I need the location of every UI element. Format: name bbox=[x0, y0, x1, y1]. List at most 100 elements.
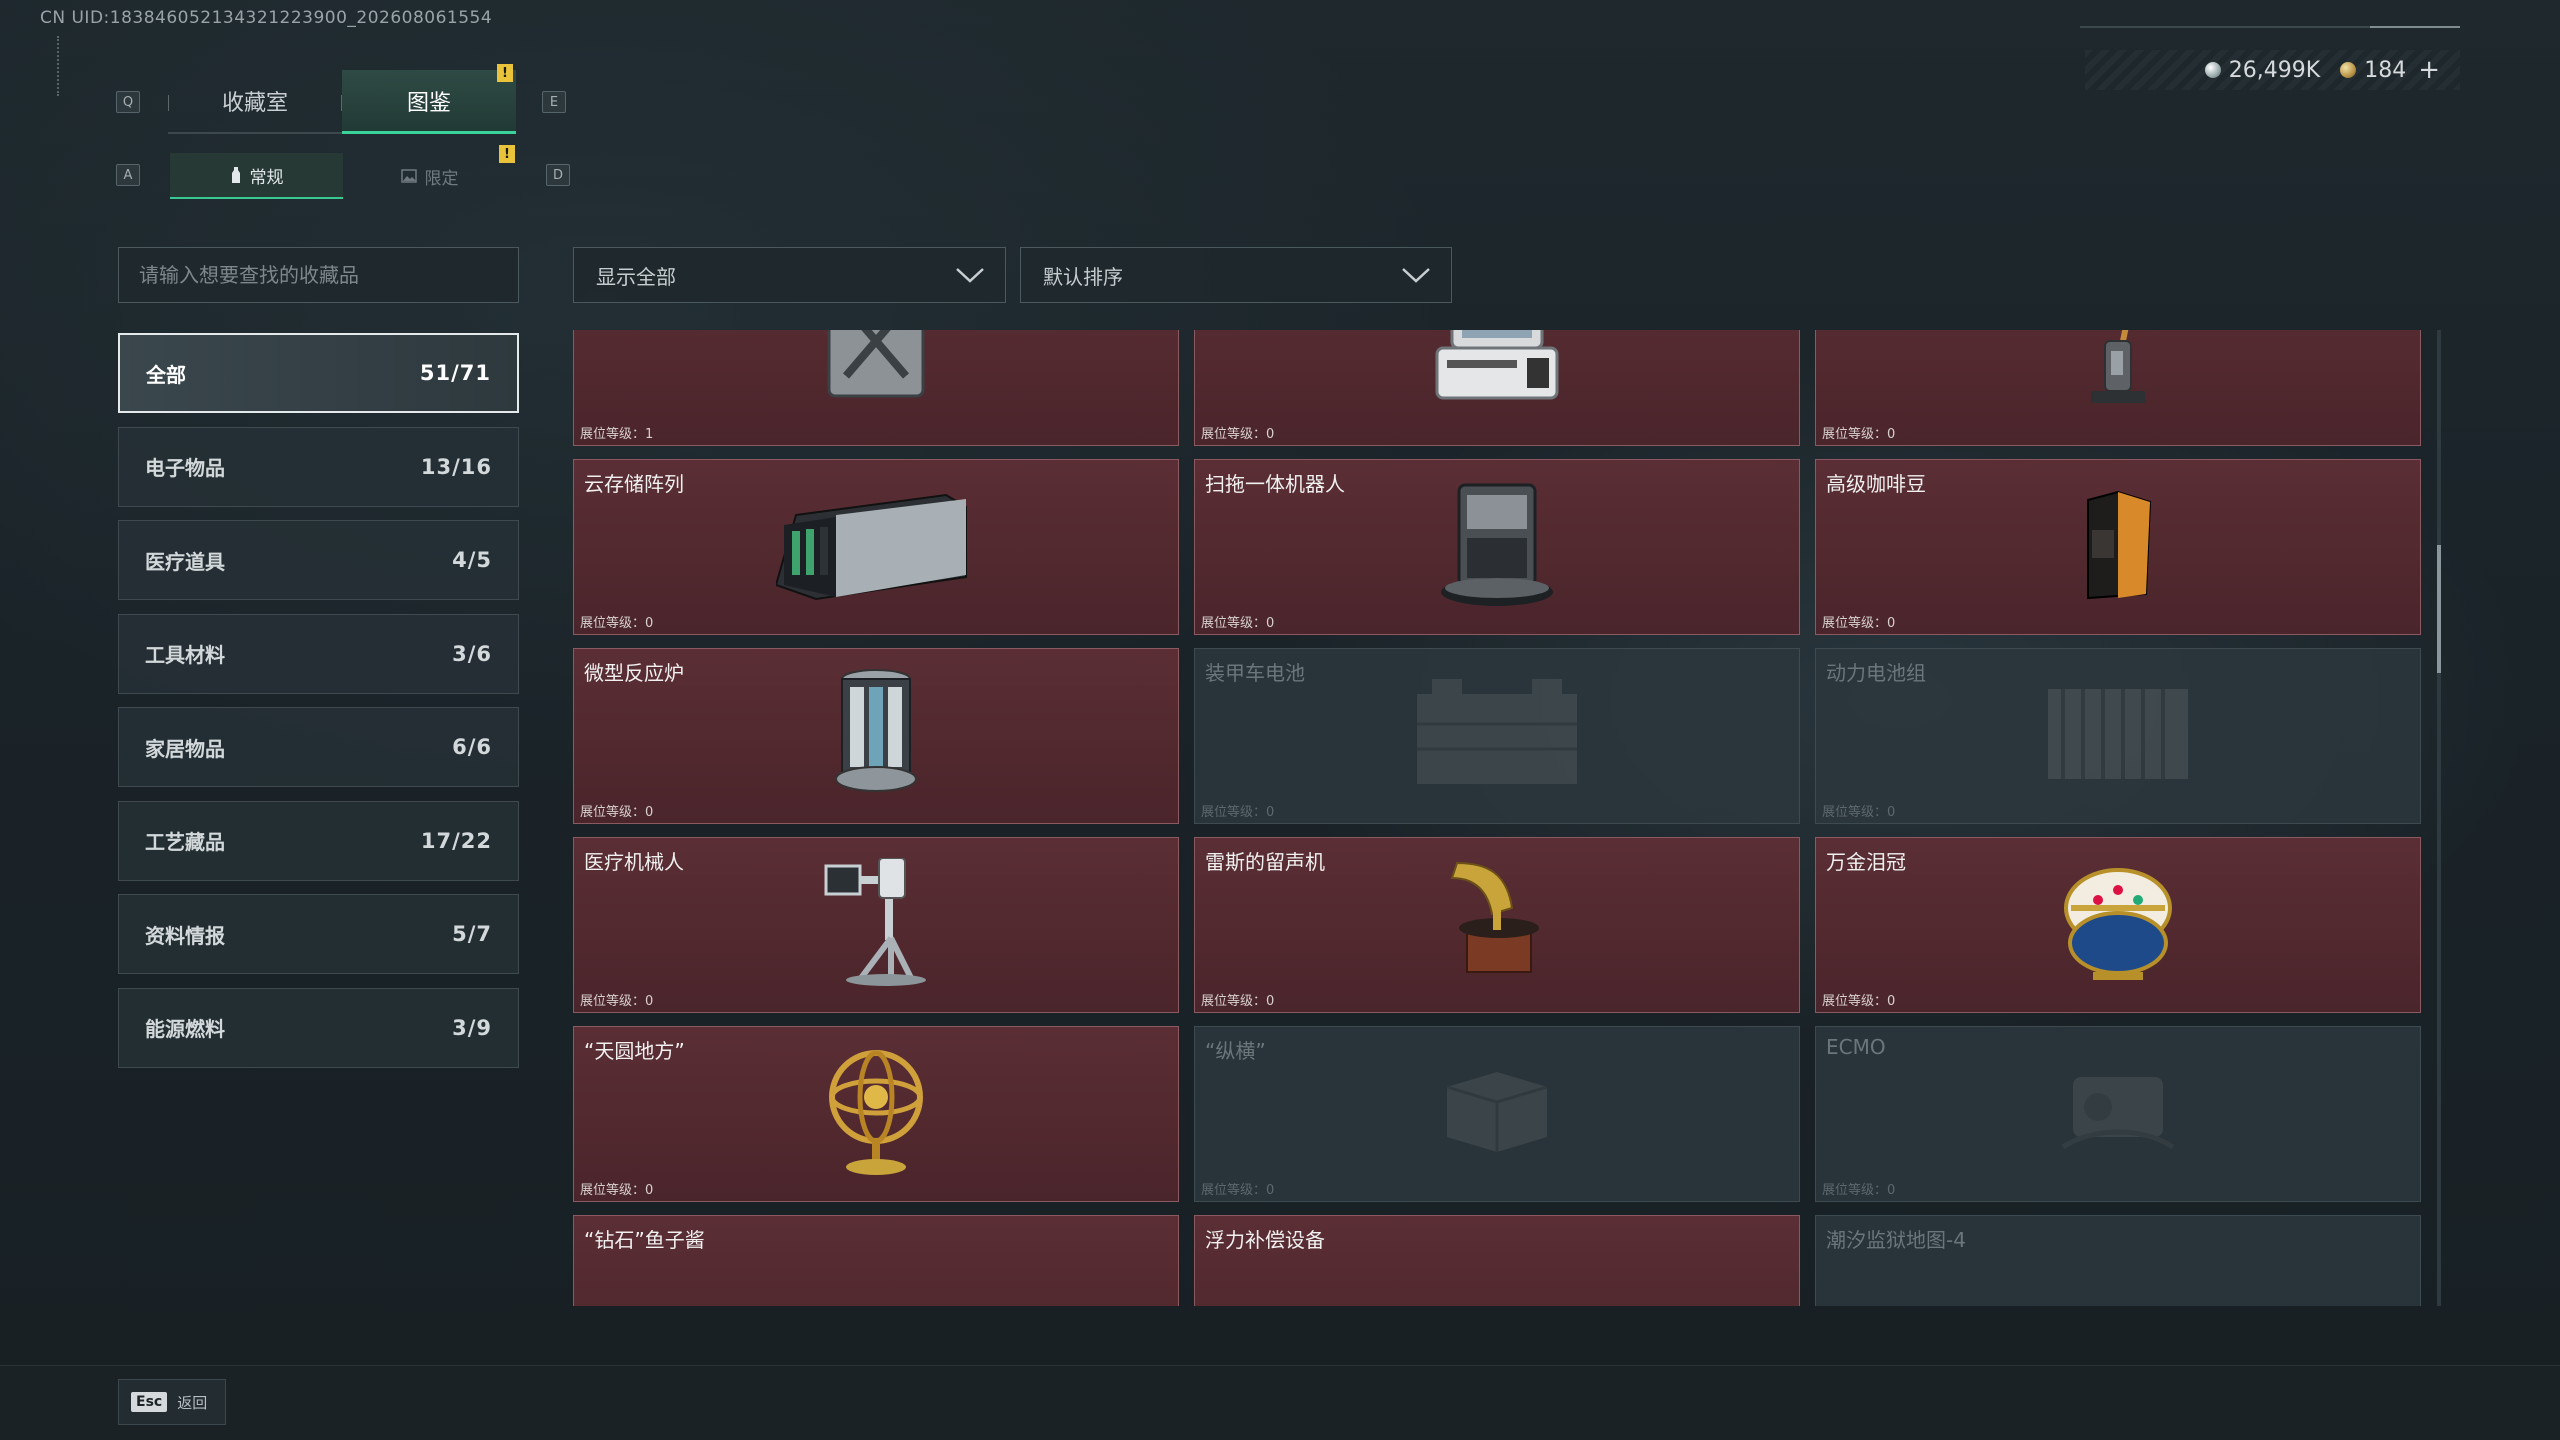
category-label: 家居物品 bbox=[145, 736, 225, 761]
side-rail-decoration bbox=[57, 36, 60, 96]
chevron-down-icon bbox=[1402, 268, 1430, 283]
category-electronics[interactable]: 电子物品 13/16 bbox=[118, 426, 519, 507]
subtab-regular[interactable]: 常规 bbox=[170, 153, 343, 199]
item-level: 展位等级：0 bbox=[580, 994, 654, 1009]
display-filter-dropdown[interactable]: 显示全部 bbox=[573, 247, 1006, 303]
medical-robot-icon bbox=[821, 857, 931, 992]
item-name: “天圆地方” bbox=[584, 1039, 685, 1063]
collection-card[interactable]: 万金泪冠 展位等级：0 bbox=[1815, 837, 2421, 1013]
sub-tabs: 常规 限定 bbox=[170, 153, 516, 199]
display-filter-value: 显示全部 bbox=[596, 264, 676, 289]
uid-label: CN UID:18384605213432122390​0_2026080615… bbox=[40, 8, 493, 28]
category-label: 电子物品 bbox=[145, 456, 225, 480]
item-level: 展位等级：0 bbox=[580, 616, 654, 631]
collection-card[interactable]: 展位等级：0 bbox=[1194, 330, 1800, 446]
image-icon bbox=[400, 169, 417, 183]
category-count: 5/7 bbox=[452, 922, 492, 946]
item-name: 高级咖啡豆 bbox=[1826, 472, 1926, 496]
item-name: 潮汐监狱地图-4 bbox=[1826, 1228, 1966, 1252]
collection-card-locked[interactable]: 潮汐监狱地图-4 bbox=[1815, 1215, 2421, 1306]
collection-card[interactable]: 高级咖啡豆 展位等级：0 bbox=[1815, 459, 2421, 635]
collection-card-locked[interactable]: “纵横” 展位等级：0 bbox=[1194, 1026, 1800, 1202]
subtab-regular-label: 常规 bbox=[249, 167, 284, 188]
coffee-bag-icon bbox=[2078, 490, 2158, 604]
category-count: 3/9 bbox=[452, 1015, 492, 1040]
computer-terminal-icon bbox=[1432, 330, 1562, 410]
category-medical[interactable]: 医疗道具 4/5 bbox=[118, 520, 519, 600]
tab-divider bbox=[341, 95, 342, 111]
collection-card[interactable]: “天圆地方” 展位等级：0 bbox=[573, 1026, 1179, 1202]
tab-collection-room[interactable]: 收藏室 bbox=[168, 70, 342, 134]
category-crafts[interactable]: 工艺藏品 17/22 bbox=[118, 800, 519, 881]
item-level: 展位等级：0 bbox=[1822, 994, 1896, 1009]
item-name: 雷斯的留声机 bbox=[1205, 850, 1325, 874]
collection-card[interactable]: 微型反应炉 展位等级：0 bbox=[573, 648, 1179, 824]
sort-dropdown[interactable]: 默认排序 bbox=[1020, 247, 1452, 303]
item-level: 展位等级：0 bbox=[1201, 427, 1275, 442]
grid-scrollbar[interactable] bbox=[2437, 330, 2441, 1306]
category-count: 13/16 bbox=[420, 454, 492, 479]
category-tools[interactable]: 工具材料 3/6 bbox=[118, 613, 519, 694]
item-name: 动力电池组 bbox=[1826, 661, 1926, 685]
top-right-divider bbox=[2080, 26, 2460, 28]
battery-pack-icon bbox=[2043, 679, 2193, 793]
category-energy[interactable]: 能源燃料 3/9 bbox=[118, 987, 519, 1068]
category-all[interactable]: 全部 51/71 bbox=[118, 333, 519, 413]
item-level: 展位等级：0 bbox=[580, 1183, 654, 1198]
collection-card[interactable]: 扫拖一体机器人 展位等级：0 bbox=[1194, 459, 1800, 635]
category-intel[interactable]: 资料情报 5/7 bbox=[118, 894, 519, 974]
back-label: 返回 bbox=[177, 1393, 208, 1412]
item-name: “纵横” bbox=[1205, 1039, 1266, 1063]
item-name: 云存储阵列 bbox=[584, 472, 684, 496]
item-name: “钻石”鱼子酱 bbox=[584, 1228, 705, 1252]
scrollbar-thumb[interactable] bbox=[2437, 545, 2441, 673]
add-currency-button[interactable]: + bbox=[2418, 55, 2440, 85]
category-count: 6/6 bbox=[452, 735, 492, 759]
item-name: 万金泪冠 bbox=[1826, 850, 1906, 874]
collection-card[interactable]: 展位等级：1 bbox=[573, 330, 1179, 446]
item-name: 装甲车电池 bbox=[1205, 661, 1305, 685]
subtab-limited-label: 限定 bbox=[424, 168, 459, 189]
collection-card-locked[interactable]: ECMO 展位等级：0 bbox=[1815, 1026, 2421, 1202]
floor-scrubber-icon bbox=[2083, 330, 2153, 415]
tab-catalog[interactable]: 图鉴 bbox=[342, 70, 516, 134]
item-level: 展位等级：0 bbox=[1822, 805, 1896, 820]
reactor-icon bbox=[826, 669, 926, 803]
category-household[interactable]: 家居物品 6/6 bbox=[118, 707, 519, 787]
gold-currency[interactable]: 184 + bbox=[2340, 55, 2440, 85]
collection-card[interactable]: 云存储阵列 展位等级：0 bbox=[573, 459, 1179, 635]
collection-card[interactable]: 展位等级：0 bbox=[1815, 330, 2421, 446]
collection-card-locked[interactable]: 装甲车电池 展位等级：0 bbox=[1194, 648, 1800, 824]
prev-tab-key[interactable]: Q bbox=[116, 91, 140, 113]
item-level: 展位等级：0 bbox=[1201, 805, 1275, 820]
collection-card[interactable]: 医疗机械人 展位等级：0 bbox=[573, 837, 1179, 1013]
silver-currency: 26,499K bbox=[2204, 58, 2320, 83]
collection-card[interactable]: 雷斯的留声机 展位等级：0 bbox=[1194, 837, 1800, 1013]
category-count: 51/71 bbox=[419, 361, 491, 385]
ecmo-icon bbox=[2053, 1057, 2183, 1171]
bottom-bar bbox=[0, 1365, 2560, 1440]
sort-value: 默认排序 bbox=[1043, 264, 1123, 289]
category-list: 全部 51/71 电子物品 13/16 医疗道具 4/5 工具材料 3/6 家居物品 6/… bbox=[118, 333, 519, 1081]
collection-card-locked[interactable]: 动力电池组 展位等级：0 bbox=[1815, 648, 2421, 824]
main-tabs: 收藏室 图鉴 bbox=[168, 70, 516, 134]
category-count: 17/22 bbox=[420, 828, 492, 853]
item-level: 展位等级：0 bbox=[1201, 616, 1275, 631]
collection-card[interactable]: “钻石”鱼子酱 bbox=[573, 1215, 1179, 1306]
item-level: 展位等级：0 bbox=[1822, 616, 1896, 631]
next-subtab-key[interactable]: D bbox=[546, 164, 570, 186]
prev-subtab-key[interactable]: A bbox=[116, 164, 140, 186]
collection-card[interactable]: 浮力补偿设备 bbox=[1194, 1215, 1800, 1306]
search-input[interactable] bbox=[139, 263, 518, 287]
gramophone-icon bbox=[1447, 858, 1547, 992]
category-label: 工具材料 bbox=[145, 643, 225, 667]
chevron-down-icon bbox=[956, 268, 984, 283]
next-tab-key[interactable]: E bbox=[542, 91, 566, 113]
item-grid-viewport[interactable]: 展位等级：1 展位等级：0 展位等级：0 云存储阵列 展位等级：0 扫拖一体机器… bbox=[573, 330, 2425, 1306]
item-level: 展位等级：0 bbox=[1822, 1183, 1896, 1198]
battery-icon bbox=[1412, 679, 1582, 793]
robot-vacuum-icon bbox=[1437, 480, 1557, 614]
search-box[interactable] bbox=[118, 247, 519, 303]
back-button[interactable]: Esc 返回 bbox=[118, 1379, 226, 1425]
subtab-limited[interactable]: 限定 bbox=[343, 153, 516, 199]
